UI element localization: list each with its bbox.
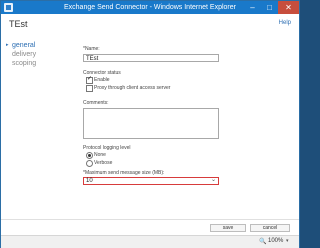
page-title: TEst — [9, 19, 28, 29]
maximize-button[interactable]: □ — [261, 1, 278, 14]
protocol-logging-label: Protocol logging level — [83, 145, 131, 151]
none-radio[interactable] — [86, 152, 93, 159]
name-label: *Name: — [83, 46, 100, 52]
browser-window: Exchange Send Connector - Windows Intern… — [0, 0, 300, 248]
verbose-radio[interactable] — [86, 160, 93, 167]
name-input[interactable]: TEst — [83, 54, 219, 62]
chevron-down-icon: ⌄ — [210, 177, 216, 183]
max-size-value: 10 — [86, 178, 93, 184]
max-size-select[interactable]: 10 ⌄ — [83, 177, 219, 185]
proxy-checkbox[interactable] — [86, 85, 93, 92]
nav-item-scoping[interactable]: scoping — [7, 59, 36, 68]
enable-checkbox[interactable] — [86, 75, 93, 84]
comments-textarea[interactable] — [83, 108, 219, 139]
zoom-chevron-icon[interactable]: ▾ — [286, 238, 289, 244]
save-button[interactable]: save — [210, 224, 246, 232]
none-label: None — [94, 152, 106, 158]
zoom-level[interactable]: 100% — [268, 238, 283, 244]
help-link[interactable]: Help — [279, 20, 291, 26]
verbose-label: Verbose — [94, 160, 113, 166]
minimize-button[interactable]: – — [244, 1, 261, 14]
side-nav: general delivery scoping — [6, 41, 36, 68]
cancel-button[interactable]: cancel — [250, 224, 290, 232]
footer-divider — [1, 219, 299, 220]
zoom-icon: 🔍 — [259, 239, 267, 245]
enable-label: Enable — [94, 77, 110, 83]
status-bar: 🔍 100% ▾ — [1, 235, 299, 248]
proxy-label: Proxy through client access server — [94, 85, 171, 91]
nav-item-general[interactable]: general — [6, 41, 36, 50]
close-button[interactable]: ✕ — [278, 1, 299, 14]
comments-label: Comments: — [83, 100, 109, 106]
title-bar: Exchange Send Connector - Windows Intern… — [1, 1, 299, 14]
max-size-label: *Maximum send message size (MB): — [83, 170, 165, 176]
dialog-content: TEst Help general delivery scoping *Name… — [1, 14, 299, 235]
nav-item-delivery[interactable]: delivery — [7, 50, 36, 59]
